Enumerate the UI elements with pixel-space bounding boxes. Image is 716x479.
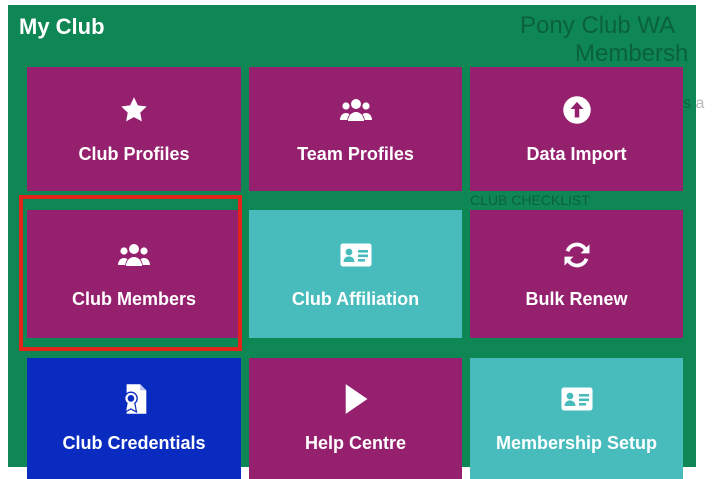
data-import-tile[interactable]: Data Import	[470, 67, 683, 191]
users-icon	[339, 94, 373, 126]
membership-setup-tile[interactable]: Membership Setup	[470, 358, 683, 479]
club-profiles-tile[interactable]: Club Profiles	[27, 67, 241, 191]
tile-label: Help Centre	[304, 433, 407, 453]
background-line-text: s a	[683, 95, 705, 112]
tile-label: Team Profiles	[297, 143, 414, 164]
tile-label: Bulk Renew	[525, 288, 628, 309]
play-icon	[339, 383, 373, 415]
background-subtitle-text: Membersh	[575, 40, 689, 67]
id-card-icon	[339, 239, 373, 271]
refresh-icon	[560, 239, 594, 271]
background-title-text: Pony Club WA	[520, 12, 676, 39]
star-icon	[117, 94, 151, 126]
club-affiliation-tile[interactable]: Club Affiliation	[249, 210, 462, 338]
bulk-renew-tile[interactable]: Bulk Renew	[470, 210, 683, 338]
team-profiles-tile[interactable]: Team Profiles	[249, 67, 462, 191]
tile-label: Club Credentials	[62, 433, 206, 453]
id-card-icon	[560, 383, 594, 415]
certificate-icon	[117, 383, 151, 415]
upload-circle-icon	[560, 94, 594, 126]
tile-label: Club Affiliation	[291, 288, 420, 309]
help-centre-tile[interactable]: Help Centre	[249, 358, 462, 479]
tile-label: Data Import	[526, 143, 627, 164]
tile-label: Club Profiles	[78, 143, 190, 164]
background-checklist-text: CLUB CHECKLIST	[470, 192, 590, 208]
club-members-highlight	[19, 195, 242, 351]
club-credentials-tile[interactable]: Club Credentials	[27, 358, 241, 479]
tile-label: Membership Setup	[495, 433, 658, 453]
panel-title: My Club	[19, 14, 105, 39]
